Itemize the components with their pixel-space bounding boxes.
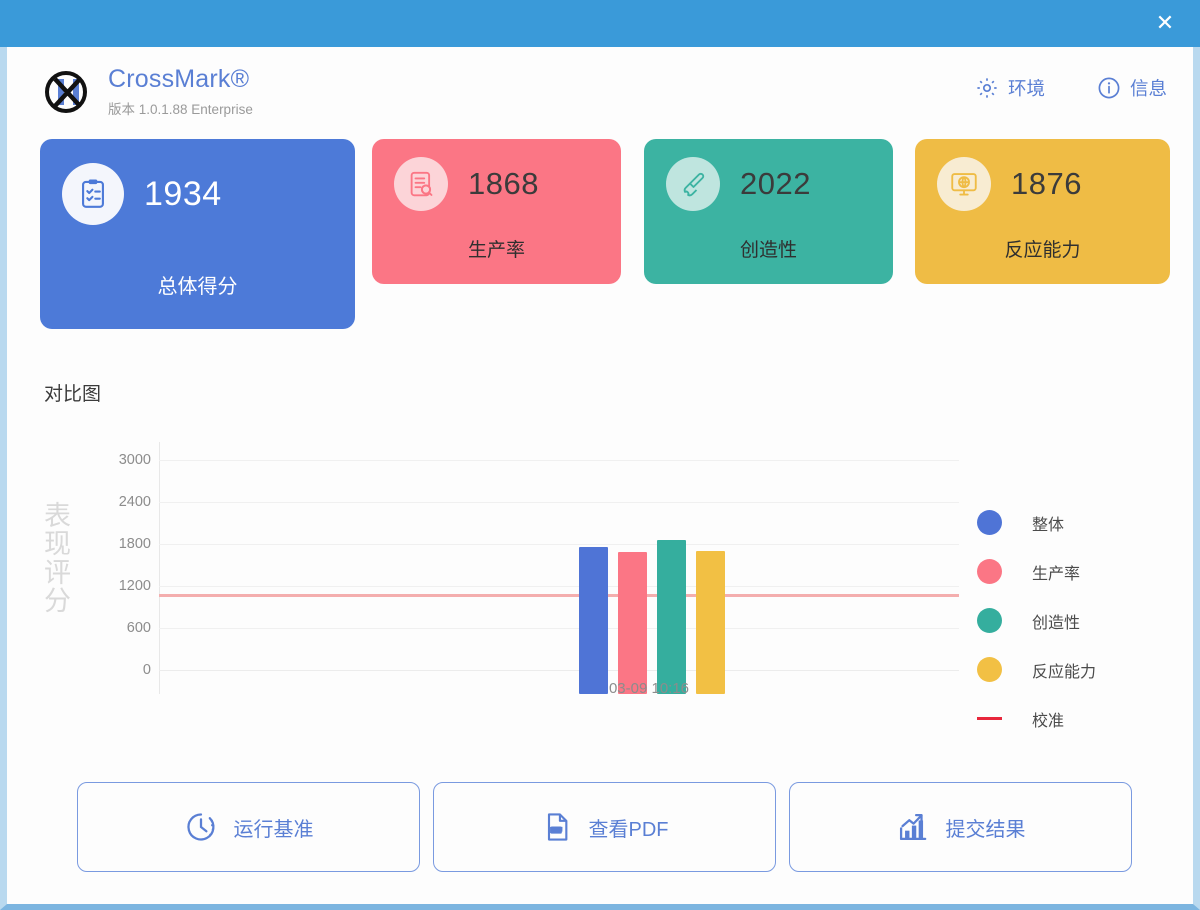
chart-x-axis-line [159, 670, 959, 671]
gridline [159, 586, 959, 587]
legend-label: 创造性 [1032, 614, 1081, 632]
app-content: CrossMark® 版本 1.0.1.88 Enterprise 环境 信息 … [7, 47, 1193, 904]
card-score: 1934 [144, 174, 222, 213]
legend-swatch [977, 657, 1002, 682]
card-score: 2022 [740, 166, 811, 201]
gridline [159, 502, 959, 503]
bar-responsiveness[interactable] [696, 551, 725, 694]
application-window: ✕ CrossMark® 版本 1.0.1.88 Enterprise 环境 信… [0, 0, 1200, 910]
chart-y-axis-line [159, 442, 160, 694]
environment-label: 环境 [1007, 78, 1045, 99]
view-pdf-button[interactable]: PDF 查看PDF [433, 782, 776, 872]
document-search-icon [394, 157, 448, 211]
card-label: 反应能力 [1004, 240, 1081, 261]
legend-item-creativity: 创造性 [977, 608, 1096, 633]
y-tick-label: 1800 [118, 536, 151, 552]
legend-label: 整体 [1032, 516, 1065, 534]
chart-legend: 整体 生产率 创造性 反应能力 校准 [977, 510, 1096, 731]
clipboard-check-icon [62, 163, 124, 225]
brand-name: CrossMark® [108, 65, 250, 93]
legend-swatch [977, 510, 1002, 535]
gridline [159, 544, 959, 545]
gridline [159, 628, 959, 629]
legend-item-overall: 整体 [977, 510, 1096, 535]
card-label: 总体得分 [157, 276, 238, 298]
y-tick-label: 3000 [118, 452, 151, 468]
legend-label: 反应能力 [1032, 663, 1097, 681]
crossmark-logo-icon [40, 66, 92, 118]
y-tick-label: 2400 [118, 494, 151, 510]
y-tick-label: 600 [126, 620, 151, 636]
chart-section-title: 对比图 [44, 384, 102, 405]
timer-icon [184, 810, 218, 844]
legend-label: 生产率 [1032, 565, 1081, 583]
y-tick-label: 1200 [118, 578, 151, 594]
chart-y-axis-title: 表现评分 [44, 501, 72, 617]
brand-version: 版本 1.0.1.88 Enterprise [108, 102, 253, 117]
header-actions: 环境 信息 [975, 75, 1167, 101]
pdf-file-icon: PDF [541, 811, 573, 843]
card-score: 1876 [1011, 166, 1082, 201]
legend-item-responsiveness: 反应能力 [977, 657, 1096, 682]
legend-swatch [977, 559, 1002, 584]
environment-button[interactable]: 环境 [975, 75, 1045, 101]
submit-results-button[interactable]: 提交结果 [789, 782, 1132, 872]
window-frame: CrossMark® 版本 1.0.1.88 Enterprise 环境 信息 … [0, 47, 1200, 910]
run-benchmark-button[interactable]: 运行基准 [77, 782, 420, 872]
legend-label: 校准 [1032, 712, 1065, 730]
run-benchmark-label: 运行基准 [233, 818, 314, 841]
card-header: 2022 [644, 157, 893, 211]
chart-upload-icon [896, 810, 930, 844]
legend-swatch-line [977, 717, 1002, 720]
close-icon[interactable]: ✕ [1148, 10, 1182, 38]
submit-results-label: 提交结果 [945, 818, 1026, 841]
monitor-globe-icon [937, 157, 991, 211]
score-card-creativity[interactable]: 2022 创造性 [644, 139, 893, 284]
bar-group [579, 466, 725, 694]
brand-block: CrossMark® 版本 1.0.1.88 Enterprise [108, 65, 253, 118]
bar-creativity[interactable] [657, 540, 686, 694]
y-tick-label: 0 [142, 662, 151, 678]
bar-productivity[interactable] [618, 552, 647, 694]
info-button[interactable]: 信息 [1097, 75, 1167, 101]
gridline [159, 460, 959, 461]
bar-overall[interactable] [579, 547, 608, 694]
paintbrush-icon [666, 157, 720, 211]
footer-actions: 运行基准 PDF 查看PDF 提交结果 [77, 782, 1132, 872]
score-cards: 1934 总体得分 1868 生产率 2022 创造性 1876 反应能力 [40, 139, 1170, 329]
score-card-overall[interactable]: 1934 总体得分 [40, 139, 355, 329]
score-card-responsiveness[interactable]: 1876 反应能力 [915, 139, 1170, 284]
card-header: 1868 [372, 157, 621, 211]
svg-text:PDF: PDF [550, 828, 562, 834]
comparison-chart: 表现评分 3000 2400 1800 1200 600 0 03-09 10:… [27, 442, 1152, 732]
card-label: 生产率 [467, 240, 525, 261]
card-header: 1876 [915, 157, 1170, 211]
score-card-productivity[interactable]: 1868 生产率 [372, 139, 621, 284]
x-axis-label: 03-09 10:16 [608, 680, 690, 697]
card-score: 1868 [468, 166, 539, 201]
legend-item-calibration: 校准 [977, 706, 1096, 731]
calibration-reference-line [159, 594, 959, 597]
legend-item-productivity: 生产率 [977, 559, 1096, 584]
view-pdf-label: 查看PDF [588, 818, 669, 841]
app-header: CrossMark® 版本 1.0.1.88 Enterprise 环境 信息 [33, 59, 1173, 131]
info-label: 信息 [1129, 78, 1167, 99]
card-label: 创造性 [739, 240, 797, 261]
title-bar: ✕ [0, 0, 1200, 47]
info-icon [1097, 76, 1121, 100]
legend-swatch [977, 608, 1002, 633]
chart-plot-area: 3000 2400 1800 1200 600 0 03-09 10:16 [79, 442, 959, 697]
card-header: 1934 [40, 157, 355, 225]
gear-icon [975, 76, 999, 100]
